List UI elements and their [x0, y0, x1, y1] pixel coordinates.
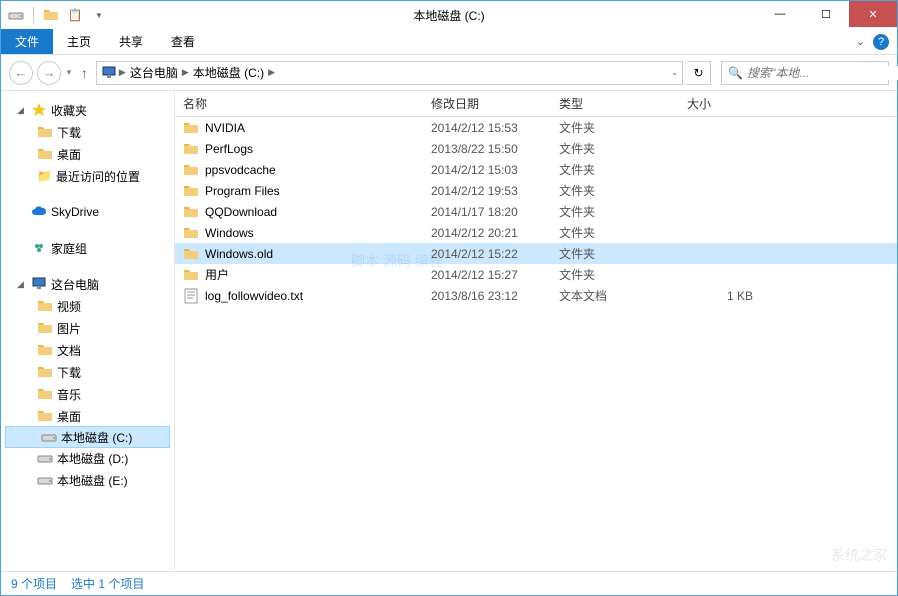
minimize-button[interactable]: — [757, 1, 803, 27]
expand-ribbon-icon[interactable]: ⌄ [856, 35, 865, 48]
tab-file[interactable]: 文件 [1, 29, 53, 54]
navbar: ← → ▼ ↑ ▶ 这台电脑 ▶ 本地磁盘 (C:) ▶ ⌄ ↻ 🔍 [1, 55, 897, 91]
col-name[interactable]: 名称 [183, 95, 431, 112]
tab-home[interactable]: 主页 [53, 29, 105, 54]
file-row[interactable]: ppsvodcache2014/2/12 15:03文件夹 [175, 159, 897, 180]
pc-icon [101, 65, 117, 81]
tree-drive-d[interactable]: 本地磁盘 (D:) [1, 447, 174, 469]
ribbon-tabs: 文件 主页 共享 查看 ⌄ ? [1, 29, 897, 55]
file-row[interactable]: NVIDIA2014/2/12 15:53文件夹 [175, 117, 897, 138]
search-input[interactable] [747, 66, 898, 80]
file-row[interactable]: Windows.old2014/2/12 15:22文件夹 [175, 243, 897, 264]
window-title: 本地磁盘 (C:) [413, 7, 484, 24]
status-count: 9 个项目 [11, 575, 57, 592]
search-icon: 🔍 [728, 66, 743, 80]
col-type[interactable]: 类型 [559, 95, 687, 112]
tree-downloads[interactable]: 下载 [1, 121, 174, 143]
sidebar: ◢收藏夹 下载 桌面 📁最近访问的位置 SkyDrive 家庭组 ◢这台电脑 视… [1, 91, 175, 569]
drive-qat-icon[interactable] [7, 6, 25, 24]
history-dropdown[interactable]: ▼ [65, 68, 73, 77]
refresh-button[interactable]: ↻ [687, 61, 711, 85]
tab-view[interactable]: 查看 [157, 29, 209, 54]
file-row[interactable]: QQDownload2014/1/17 18:20文件夹 [175, 201, 897, 222]
file-row[interactable]: log_followvideo.txt2013/8/16 23:12文本文档1 … [175, 285, 897, 306]
column-headers: 名称 修改日期 类型 大小 [175, 91, 897, 117]
tree-skydrive[interactable]: SkyDrive [1, 201, 174, 223]
file-row[interactable]: Windows2014/2/12 20:21文件夹 [175, 222, 897, 243]
breadcrumb-drive[interactable]: 本地磁盘 (C:) [191, 64, 266, 81]
address-dropdown[interactable]: ⌄ [671, 68, 678, 77]
chevron-right-icon: ▶ [119, 67, 126, 78]
tree-music[interactable]: 音乐 [1, 383, 174, 405]
col-date[interactable]: 修改日期 [431, 95, 559, 112]
filelist: NVIDIA2014/2/12 15:53文件夹PerfLogs2013/8/2… [175, 117, 897, 569]
tab-share[interactable]: 共享 [105, 29, 157, 54]
close-button[interactable]: ✕ [849, 1, 897, 27]
chevron-right-icon: ▶ [268, 67, 275, 78]
up-button[interactable]: ↑ [77, 65, 92, 81]
file-row[interactable]: PerfLogs2013/8/22 15:50文件夹 [175, 138, 897, 159]
searchbox[interactable]: 🔍 [721, 61, 889, 85]
breadcrumb-thispc[interactable]: 这台电脑 [128, 64, 180, 81]
folder-qat-icon[interactable] [42, 6, 60, 24]
chevron-right-icon: ▶ [182, 67, 189, 78]
properties-qat-icon[interactable]: 📋 [66, 6, 84, 24]
titlebar: 📋 ▼ 本地磁盘 (C:) — ☐ ✕ [1, 1, 897, 29]
tree-videos[interactable]: 视频 [1, 295, 174, 317]
file-row[interactable]: 用户2014/2/12 15:27文件夹 [175, 264, 897, 285]
tree-pictures[interactable]: 图片 [1, 317, 174, 339]
back-button[interactable]: ← [9, 61, 33, 85]
tree-downloads2[interactable]: 下载 [1, 361, 174, 383]
help-icon[interactable]: ? [873, 34, 889, 50]
statusbar: 9 个项目 选中 1 个项目 [1, 571, 897, 595]
maximize-button[interactable]: ☐ [803, 1, 849, 27]
fileview: 名称 修改日期 类型 大小 NVIDIA2014/2/12 15:53文件夹Pe… [175, 91, 897, 569]
tree-desktop2[interactable]: 桌面 [1, 405, 174, 427]
forward-button[interactable]: → [37, 61, 61, 85]
tree-desktop[interactable]: 桌面 [1, 143, 174, 165]
tree-drive-e[interactable]: 本地磁盘 (E:) [1, 469, 174, 491]
tree-favorites[interactable]: ◢收藏夹 [1, 99, 174, 121]
tree-thispc[interactable]: ◢这台电脑 [1, 273, 174, 295]
tree-documents[interactable]: 文档 [1, 339, 174, 361]
file-row[interactable]: Program Files2014/2/12 19:53文件夹 [175, 180, 897, 201]
status-selected: 选中 1 个项目 [71, 575, 144, 592]
tree-drive-c[interactable]: 本地磁盘 (C:) [5, 426, 170, 448]
col-size[interactable]: 大小 [687, 95, 773, 112]
qat-dropdown[interactable]: ▼ [90, 6, 108, 24]
addressbar[interactable]: ▶ 这台电脑 ▶ 本地磁盘 (C:) ▶ ⌄ [96, 61, 683, 85]
tree-homegroup[interactable]: 家庭组 [1, 237, 174, 259]
tree-recent[interactable]: 📁最近访问的位置 [1, 165, 174, 187]
